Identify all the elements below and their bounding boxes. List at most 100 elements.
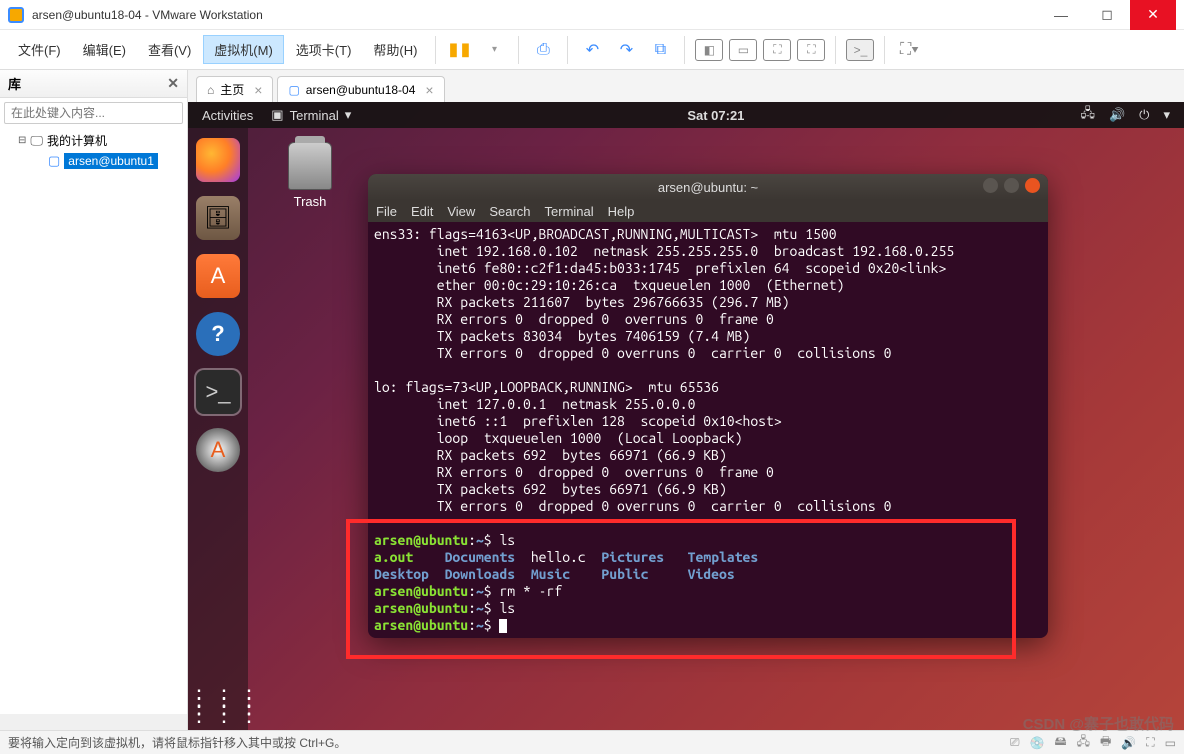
trash-label: Trash	[288, 194, 332, 209]
dock-updater[interactable]: A	[196, 428, 240, 472]
device-icon[interactable]: 🖶	[1100, 732, 1111, 753]
play-dropdown[interactable]: ▾	[478, 34, 510, 66]
device-icon[interactable]: 🖴	[1054, 732, 1066, 753]
tab-vm[interactable]: ▢ arsen@ubuntu18-04 ×	[277, 76, 444, 102]
statusbar: 要将输入定向到该虚拟机，请将鼠标指针移入其中或按 Ctrl+G。 ⎚ 💿 🖴 🖧…	[0, 730, 1184, 754]
volume-icon[interactable]: 🔊	[1109, 107, 1125, 123]
topbar-app-menu[interactable]: ▣ Terminal ▾	[271, 107, 351, 123]
vm-icon: ▢	[48, 153, 60, 169]
menu-tabs[interactable]: 选项卡(T)	[286, 36, 362, 63]
menubar: 文件(F) 编辑(E) 查看(V) 虚拟机(M) 选项卡(T) 帮助(H) ▮▮…	[0, 30, 1184, 70]
term-menu-edit[interactable]: Edit	[411, 204, 433, 219]
console-button[interactable]: >_	[846, 39, 874, 61]
tab-strip: ⌂ 主页 × ▢ arsen@ubuntu18-04 ×	[188, 70, 1184, 102]
statusbar-icons: ⎚ 💿 🖴 🖧 🖶 🔊 ⛶ ▭	[1010, 732, 1176, 753]
library-header: 库 ✕	[0, 70, 187, 98]
terminal-output: ens33: flags=4163<UP,BROADCAST,RUNNING,M…	[374, 226, 954, 514]
term-menu-view[interactable]: View	[447, 204, 475, 219]
desktop-trash[interactable]: Trash	[288, 142, 332, 209]
library-tree: ⊟ 🖵 我的计算机 ▢ arsen@ubuntu1	[0, 126, 187, 714]
dock-show-apps[interactable]: ⋮⋮⋮⋮⋮⋮⋮⋮⋮	[188, 694, 248, 718]
terminal-small-icon: ▣	[271, 107, 283, 123]
maximize-button[interactable]: ◻	[1084, 0, 1130, 30]
dock-software[interactable]: A	[196, 254, 240, 298]
trash-icon	[288, 142, 332, 190]
menu-vm[interactable]: 虚拟机(M)	[203, 35, 284, 64]
dock-firefox[interactable]	[196, 138, 240, 182]
power-icon[interactable]: ⏻	[1139, 107, 1149, 123]
ubuntu-dock: 🗄 A ? >_ A ⋮⋮⋮⋮⋮⋮⋮⋮⋮	[188, 128, 248, 730]
terminal-window[interactable]: arsen@ubuntu: ~ File Edit View Search Te…	[368, 174, 1048, 638]
library-title: 库	[8, 74, 21, 93]
menu-help[interactable]: 帮助(H)	[363, 36, 427, 63]
terminal-menubar: File Edit View Search Terminal Help	[368, 200, 1048, 222]
terminal-body[interactable]: ens33: flags=4163<UP,BROADCAST,RUNNING,M…	[368, 222, 1048, 638]
device-icon[interactable]: 💿	[1030, 736, 1045, 750]
statusbar-text: 要将输入定向到该虚拟机，请将鼠标指针移入其中或按 Ctrl+G。	[8, 734, 346, 751]
search-input[interactable]	[4, 102, 183, 124]
term-menu-help[interactable]: Help	[608, 204, 635, 219]
device-icon[interactable]: 🔊	[1121, 736, 1136, 750]
ubuntu-topbar: Activities ▣ Terminal ▾ Sat 07:21 🖧 🔊 ⏻ …	[188, 102, 1184, 128]
home-icon: ⌂	[207, 83, 214, 97]
library-close-icon[interactable]: ✕	[167, 75, 179, 92]
vm-tab-icon: ▢	[288, 83, 299, 97]
view-mode-3[interactable]: ⛶	[763, 39, 791, 61]
tree-root-label: 我的计算机	[47, 132, 107, 149]
menu-edit[interactable]: 编辑(E)	[73, 36, 136, 63]
library-search	[0, 98, 187, 126]
tab-close-icon[interactable]: ×	[254, 82, 262, 98]
tab-home-label: 主页	[220, 81, 244, 98]
ubuntu-desktop[interactable]: Activities ▣ Terminal ▾ Sat 07:21 🖧 🔊 ⏻ …	[188, 102, 1184, 730]
minimize-button[interactable]: —	[1038, 0, 1084, 30]
term-menu-search[interactable]: Search	[489, 204, 530, 219]
tree-vm-item[interactable]: ▢ arsen@ubuntu1	[0, 151, 187, 171]
pause-button[interactable]: ▮▮	[444, 34, 476, 66]
tree-vm-label: arsen@ubuntu1	[64, 153, 158, 169]
term-menu-file[interactable]: File	[376, 204, 397, 219]
menu-file[interactable]: 文件(F)	[8, 36, 71, 63]
view-mode-1[interactable]: ◧	[695, 39, 723, 61]
tab-vm-label: arsen@ubuntu18-04	[306, 83, 416, 97]
tab-close-icon[interactable]: ×	[425, 82, 433, 98]
sidebar-scrollbar[interactable]	[0, 714, 187, 730]
manage-button[interactable]: ⧉	[644, 34, 676, 66]
dock-help[interactable]: ?	[196, 312, 240, 356]
terminal-maximize[interactable]	[1004, 178, 1019, 193]
device-icon[interactable]: 🖧	[1077, 732, 1090, 753]
device-icon[interactable]: ⛶	[1146, 735, 1154, 750]
window-title: arsen@ubuntu18-04 - VMware Workstation	[32, 8, 1038, 22]
close-button[interactable]: ✕	[1130, 0, 1176, 30]
device-icon[interactable]: ⎚	[1010, 735, 1020, 750]
library-sidebar: 库 ✕ ⊟ 🖵 我的计算机 ▢ arsen@ubuntu1	[0, 70, 188, 730]
tab-home[interactable]: ⌂ 主页 ×	[196, 76, 273, 102]
terminal-titlebar[interactable]: arsen@ubuntu: ~	[368, 174, 1048, 200]
revert-button[interactable]: ↶	[576, 34, 608, 66]
view-mode-2[interactable]: ▭	[729, 39, 757, 61]
activities-button[interactable]: Activities	[202, 108, 253, 123]
vmware-icon	[8, 7, 24, 23]
window-titlebar: arsen@ubuntu18-04 - VMware Workstation —…	[0, 0, 1184, 30]
dock-terminal[interactable]: >_	[196, 370, 240, 414]
terminal-title-text: arsen@ubuntu: ~	[658, 180, 758, 195]
snapshot-mgr-button[interactable]: ↷	[610, 34, 642, 66]
terminal-cursor	[499, 619, 507, 633]
terminal-minimize[interactable]	[983, 178, 998, 193]
view-mode-4[interactable]: ⛶	[797, 39, 825, 61]
network-icon[interactable]: 🖧	[1080, 104, 1095, 126]
collapse-icon[interactable]: ⊟	[18, 135, 26, 146]
device-icon[interactable]: ▭	[1165, 736, 1176, 750]
dropdown-icon[interactable]: ▾	[1163, 107, 1170, 123]
term-menu-terminal[interactable]: Terminal	[545, 204, 594, 219]
tree-root[interactable]: ⊟ 🖵 我的计算机	[0, 130, 187, 151]
computer-icon: 🖵	[30, 133, 43, 149]
fullscreen-button[interactable]: ⛶▾	[893, 34, 925, 66]
dock-files[interactable]: 🗄	[196, 196, 240, 240]
ls-executable: a.out	[374, 549, 413, 565]
snapshot-button[interactable]: ⎙	[527, 34, 559, 66]
menu-view[interactable]: 查看(V)	[138, 36, 201, 63]
terminal-close[interactable]	[1025, 178, 1040, 193]
topbar-clock[interactable]: Sat 07:21	[687, 108, 744, 123]
content-area: ⌂ 主页 × ▢ arsen@ubuntu18-04 × Activities …	[188, 70, 1184, 730]
dropdown-icon: ▾	[345, 107, 352, 123]
